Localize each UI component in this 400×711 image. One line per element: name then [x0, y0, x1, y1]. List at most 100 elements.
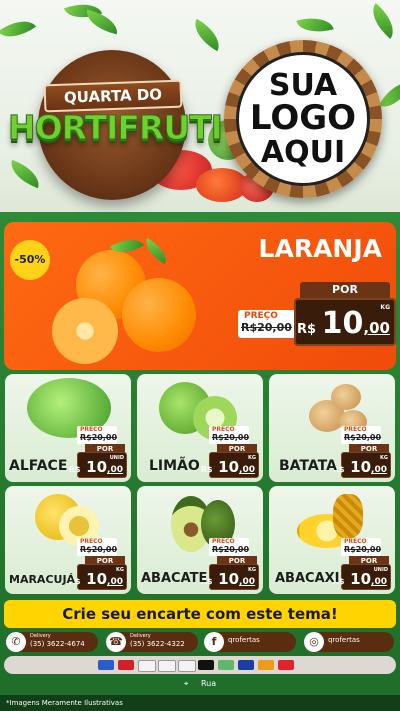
current-price: R$ 10,00 [201, 457, 255, 476]
product-card[interactable]: PRECO R$20,00 POR KG R$ 10,00 ABACATE [137, 486, 263, 594]
price-cents: ,00 [239, 465, 255, 475]
instagram-contact[interactable]: ◎ qrofertas [304, 632, 394, 652]
potato-illustration [331, 384, 361, 410]
logo-placeholder: SUA LOGO AQUI [224, 40, 382, 198]
contact-label: Delivery [30, 633, 51, 639]
price-cents: ,00 [239, 577, 255, 587]
product-card[interactable]: PRECO R$20,00 POR KG R$ 10,00 BATATA [269, 374, 395, 482]
current-price: R$ 10,00 [69, 569, 123, 588]
offers-section: -50% LARANJA POR PREÇO R$20,00 KG R$ 10,… [0, 212, 400, 711]
leaf-decoration [140, 237, 172, 265]
instagram-icon: ◎ [304, 632, 324, 652]
address-line: ⌖ Rua [0, 676, 400, 692]
old-price: R$20,00 [212, 433, 250, 442]
old-price: R$20,00 [241, 321, 292, 334]
contact-value: qrofertas [228, 636, 260, 644]
preco-label: PREÇO [244, 311, 278, 321]
price-integer: 10 [350, 570, 372, 588]
price-cents: ,00 [107, 465, 123, 475]
contact-label: Delivery [130, 633, 151, 639]
leaf-decoration [0, 11, 37, 47]
pineapple-illustration [333, 494, 363, 538]
payment-methods [4, 656, 396, 674]
product-name: MARACUJÁ [9, 573, 76, 586]
price-box: UNID R$ 10,00 [69, 452, 127, 478]
old-price: R$20,00 [80, 433, 118, 442]
leaf-decoration [5, 159, 45, 189]
leaf-decoration [378, 75, 400, 115]
current-price: R$ 10,00 [333, 569, 387, 588]
price-cents: ,00 [371, 577, 387, 587]
price-integer: 10 [321, 306, 364, 341]
payment-card-icon [98, 660, 114, 670]
old-price-tag: PRECO R$20,00 [77, 538, 117, 556]
discount-badge: -50% [10, 240, 50, 280]
old-price: R$20,00 [212, 545, 250, 554]
logo-line: LOGO [249, 98, 357, 139]
price-integer: 10 [86, 458, 108, 476]
product-card[interactable]: PRECO R$20,00 POR KG R$ 10,00 LIMÃO [137, 374, 263, 482]
price-integer: 10 [86, 570, 108, 588]
current-price: R$ 10,00 [201, 569, 255, 588]
old-price-tag: PRECO R$20,00 [209, 426, 249, 444]
cta-banner[interactable]: Crie seu encarte com este tema! [4, 600, 396, 628]
old-price: R$20,00 [344, 433, 382, 442]
page-title: HORTIFRUTI [8, 108, 224, 148]
hero-banner: QUARTA DO HORTIFRUTI SUA LOGO AQUI [0, 0, 400, 212]
payment-card-icon [118, 660, 134, 670]
price-integer: 10 [218, 570, 240, 588]
price-box: KG R$ 10,00 [201, 564, 259, 590]
product-card[interactable]: PRECO R$20,00 POR UNID R$ 10,00 ABACAXI [269, 486, 395, 594]
orange-illustration [52, 298, 118, 364]
phone-contact[interactable]: ☎ Delivery (35) 3622-4322 [106, 632, 198, 652]
old-price: R$20,00 [80, 545, 118, 554]
old-price-tag: PRECO R$20,00 [341, 426, 381, 444]
price-box: KG R$ 10,00 [69, 564, 127, 590]
contact-value: (35) 3622-4674 [30, 640, 85, 648]
preco-label: PRECO [344, 538, 367, 545]
featured-offer-card[interactable]: -50% LARANJA POR PREÇO R$20,00 KG R$ 10,… [4, 222, 396, 370]
price-cents: ,00 [363, 319, 390, 337]
old-price-tag: PRECO R$20,00 [341, 538, 381, 556]
preco-label: PRECO [80, 538, 103, 545]
payment-card-icon [218, 660, 234, 670]
por-label: POR [300, 282, 390, 298]
currency: R$ [68, 465, 81, 474]
price-box: KG R$ 10,00 [201, 452, 259, 478]
product-name: ALFACE [9, 458, 68, 474]
old-price-tag: PRECO R$20,00 [209, 538, 249, 556]
payment-card-icon [278, 660, 294, 670]
whatsapp-contact[interactable]: ✆ Delivery (35) 3622-4674 [6, 632, 98, 652]
preco-label: PRECO [212, 426, 235, 433]
facebook-icon: f [204, 632, 224, 652]
product-card[interactable]: PRECO R$20,00 POR KG R$ 10,00 MARACUJÁ [5, 486, 131, 594]
address-text: Rua [200, 679, 217, 688]
currency: R$ [297, 322, 317, 337]
contact-value: (35) 3622-4322 [130, 640, 185, 648]
price-cents: ,00 [107, 577, 123, 587]
preco-label: PRECO [344, 426, 367, 433]
product-card[interactable]: PRECO R$20,00 POR UNID R$ 10,00 ALFACE [5, 374, 131, 482]
location-pin-icon: ⌖ [183, 679, 189, 688]
orange-illustration [122, 278, 196, 352]
price-integer: 10 [218, 458, 240, 476]
product-name: LIMÃO [149, 458, 200, 474]
facebook-contact[interactable]: f qrofertas [204, 632, 296, 652]
product-name: ABACATE [141, 571, 208, 586]
payment-card-icon [138, 660, 156, 672]
old-price: R$20,00 [344, 545, 382, 554]
product-name: ABACAXI [275, 571, 340, 586]
payment-card-icon [238, 660, 254, 670]
old-price-tag: PREÇO R$20,00 [238, 310, 296, 338]
product-name: LARANJA [258, 234, 382, 263]
current-price: R$ 10,00 [297, 306, 390, 341]
current-price: R$ 10,00 [69, 457, 123, 476]
leaf-decoration [296, 11, 334, 39]
contact-value: qrofertas [328, 636, 360, 644]
payment-card-icon [158, 660, 176, 672]
old-price-tag: PRECO R$20,00 [77, 426, 117, 444]
price-box: KG R$ 10,00 [294, 298, 396, 346]
price-cents: ,00 [371, 465, 387, 475]
product-name: BATATA [279, 458, 337, 474]
price-box: KG R$ 10,00 [333, 452, 391, 478]
